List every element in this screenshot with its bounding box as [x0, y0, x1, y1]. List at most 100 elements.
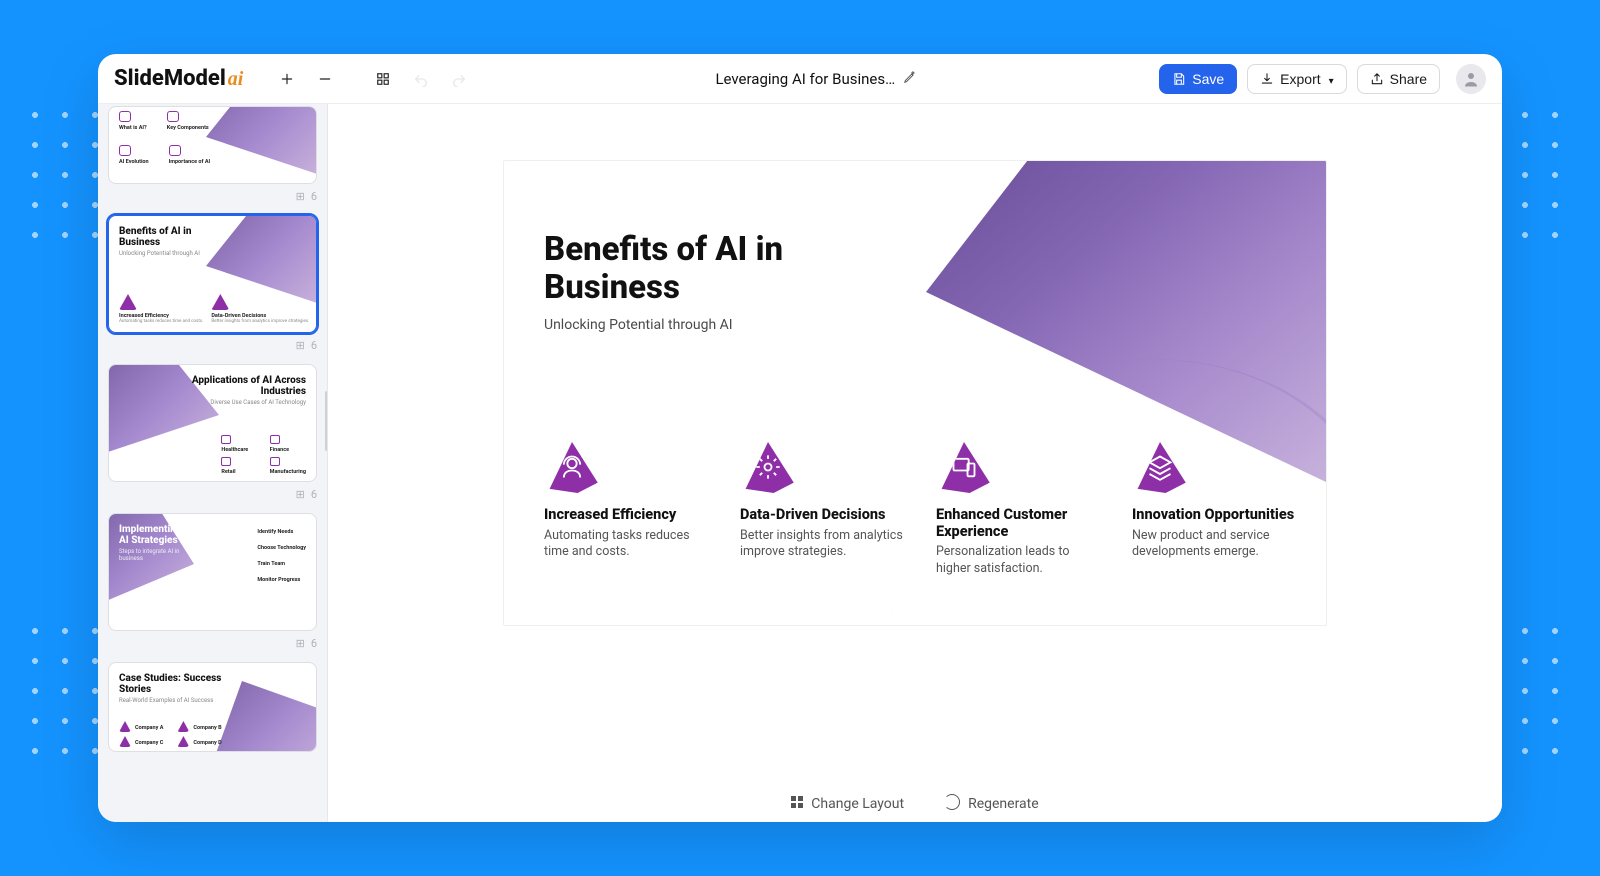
- thumbnail-item-count: 6: [311, 637, 317, 650]
- feature-icon: [177, 721, 189, 732]
- feature-desc: Personalization leads to higher satisfac…: [936, 544, 1106, 577]
- feature-icon: [221, 457, 231, 466]
- feature-icon: [167, 111, 179, 122]
- regenerate-button[interactable]: Regenerate: [944, 794, 1039, 814]
- export-button[interactable]: Export: [1247, 64, 1347, 94]
- person-icon: [1462, 70, 1480, 88]
- user-avatar[interactable]: [1456, 64, 1486, 94]
- thumbnail-title: Case Studies: Success Stories: [119, 673, 222, 695]
- thumbnail-slide[interactable]: Case Studies: Success Stories Real-World…: [108, 662, 317, 752]
- thumbnail-slide[interactable]: Applications of AI Across Industries Div…: [108, 364, 317, 482]
- feature-icon: [169, 145, 181, 156]
- minus-icon: [318, 72, 332, 86]
- document-title-wrap[interactable]: Leveraging AI for Busines…: [715, 70, 917, 88]
- thumbnail-title: Benefits of AI in Business: [119, 226, 222, 248]
- slide-actions: Change Layout Regenerate: [328, 794, 1502, 814]
- layouts-button[interactable]: [369, 65, 397, 93]
- layers-icon: [1132, 441, 1188, 493]
- app-window: SlideModelai Leveraging AI for Busines…: [98, 54, 1502, 822]
- feature-desc: Automating tasks reduces time and costs.: [544, 528, 714, 561]
- save-button[interactable]: Save: [1159, 64, 1237, 94]
- feature-title: Data-Driven Decisions: [740, 507, 910, 524]
- feature-icon: [270, 457, 280, 466]
- thumbnail-items: Increased Efficiency Automating tasks re…: [119, 294, 317, 324]
- feature-item[interactable]: Enhanced Customer Experience Personaliza…: [936, 441, 1106, 577]
- thumbnail-slide[interactable]: What is AI? Key Components AI Evolution …: [108, 106, 317, 184]
- thumbnail-layout-icon: ⊞: [296, 488, 305, 501]
- feature-icon: [119, 721, 131, 732]
- person-headset-icon: [544, 441, 600, 493]
- grid-icon: [376, 72, 390, 86]
- feature-icon: [119, 111, 131, 122]
- grid-icon: [791, 796, 803, 812]
- refresh-icon: [944, 794, 960, 814]
- thumbnail-image: [206, 215, 317, 306]
- brand-logo: SlideModelai: [114, 66, 243, 91]
- devices-icon: [936, 441, 992, 493]
- download-icon: [1260, 72, 1274, 86]
- body: What is AI? Key Components AI Evolution …: [98, 104, 1502, 822]
- change-layout-button[interactable]: Change Layout: [791, 794, 904, 814]
- feature-icon: [119, 145, 131, 156]
- slide-title[interactable]: Benefits of AI in Business: [544, 231, 904, 307]
- gear-icon: [740, 441, 796, 493]
- current-slide[interactable]: Benefits of AI in Business Unlocking Pot…: [503, 160, 1327, 626]
- redo-icon: [451, 71, 467, 87]
- change-layout-label: Change Layout: [811, 796, 904, 812]
- thumbnail-layout-icon: ⊞: [296, 637, 305, 650]
- pencil-icon: [903, 70, 917, 84]
- undo-button[interactable]: [407, 65, 435, 93]
- feature-icon: [211, 294, 229, 310]
- brand-suffix: ai: [228, 68, 244, 91]
- feature-desc: New product and service developments eme…: [1132, 528, 1302, 561]
- thumbnail-image: [206, 681, 317, 752]
- feature-icon: [221, 435, 231, 444]
- feature-title: Increased Efficiency: [544, 507, 714, 524]
- remove-slide-button[interactable]: [311, 65, 339, 93]
- thumbnail-subtitle: Steps to integrate AI in business: [119, 548, 187, 562]
- feature-desc: Better insights from analytics improve s…: [740, 528, 910, 561]
- feature-icon: [119, 294, 137, 310]
- slide-thumbnails-panel[interactable]: What is AI? Key Components AI Evolution …: [98, 104, 328, 822]
- thumbnail-slide[interactable]: Benefits of AI in Business Unlocking Pot…: [108, 215, 317, 333]
- edit-title-button[interactable]: [903, 70, 917, 88]
- chevron-down-icon: [1327, 71, 1334, 87]
- share-icon: [1370, 72, 1384, 86]
- plus-icon: [280, 72, 294, 86]
- undo-icon: [413, 71, 429, 87]
- share-button[interactable]: Share: [1357, 64, 1440, 94]
- feature-row: Increased Efficiency Automating tasks re…: [544, 441, 1302, 577]
- redo-button[interactable]: [445, 65, 473, 93]
- thumbnail-item-count: 6: [311, 339, 317, 352]
- add-slide-button[interactable]: [273, 65, 301, 93]
- thumbnail-layout-icon: ⊞: [296, 339, 305, 352]
- thumbnail-slide[interactable]: Implementing AI Strategies Steps to inte…: [108, 513, 317, 631]
- share-label: Share: [1390, 71, 1427, 87]
- thumbnail-subtitle: Unlocking Potential through AI: [119, 250, 222, 257]
- thumbnail-items: What is AI? Key Components AI Evolution …: [119, 111, 219, 165]
- document-title: Leveraging AI for Busines…: [715, 70, 895, 88]
- export-label: Export: [1280, 71, 1320, 87]
- thumbnail-title: Implementing AI Strategies: [119, 524, 187, 546]
- thumbnail-subtitle: Real-World Examples of AI Success: [119, 697, 222, 704]
- thumbnail-image: [206, 106, 317, 177]
- thumbnail-items: Company A Company B Company C Company D: [119, 721, 222, 747]
- thumbnail-item-count: 6: [311, 190, 317, 203]
- save-label: Save: [1192, 71, 1224, 87]
- feature-icon: [177, 736, 189, 747]
- feature-icon: [119, 736, 131, 747]
- save-icon: [1172, 72, 1186, 86]
- slide-subtitle[interactable]: Unlocking Potential through AI: [544, 317, 733, 333]
- feature-item[interactable]: Innovation Opportunities New product and…: [1132, 441, 1302, 577]
- feature-item[interactable]: Data-Driven Decisions Better insights fr…: [740, 441, 910, 577]
- regenerate-label: Regenerate: [968, 796, 1039, 812]
- thumbnail-items: Healthcare Finance Retail Manufacturing: [221, 435, 306, 475]
- canvas-area: Benefits of AI in Business Unlocking Pot…: [328, 104, 1502, 822]
- thumbnail-item-count: 6: [311, 488, 317, 501]
- feature-title: Innovation Opportunities: [1132, 507, 1302, 524]
- feature-item[interactable]: Increased Efficiency Automating tasks re…: [544, 441, 714, 577]
- thumbnail-items: Identify Needs Choose Technology Train T…: [257, 526, 306, 583]
- thumbnail-subtitle: Diverse Use Cases of AI Technology: [186, 399, 306, 406]
- topbar: SlideModelai Leveraging AI for Busines…: [98, 54, 1502, 104]
- brand-name: SlideModel: [114, 66, 226, 91]
